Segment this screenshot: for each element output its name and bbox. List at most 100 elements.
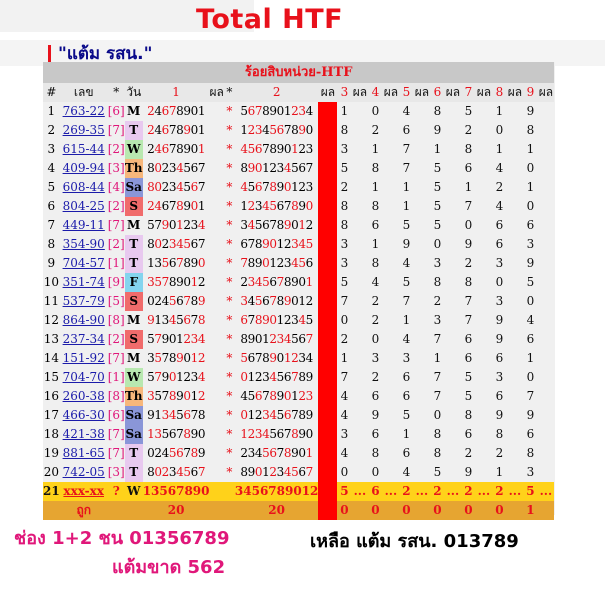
result-value: 2 — [430, 482, 445, 501]
result-value: 5 — [433, 199, 442, 213]
row-bracket: [7] — [107, 123, 125, 137]
row-digits1: 57901234 — [147, 370, 206, 384]
result-value: 9 — [495, 332, 504, 346]
result-gap — [382, 140, 399, 159]
result-gap — [413, 425, 430, 444]
table-row: 9 704-57 [1] T 13567890 * 7890123456 3 8 4 3 2 3 9 — [43, 254, 554, 273]
result-gap — [444, 463, 461, 482]
result-gap — [506, 216, 523, 235]
row-digits1: 57901234 — [147, 218, 206, 232]
row-index: 5 — [47, 180, 56, 194]
result-value: 6 — [495, 389, 504, 403]
result-value: 3 — [526, 237, 535, 251]
row-spacer — [210, 235, 224, 254]
result-gap — [351, 330, 368, 349]
result-value: 8 — [371, 161, 380, 175]
red-bar — [318, 501, 338, 520]
result-value: 7 — [464, 294, 473, 308]
result-gap: ... — [351, 482, 369, 501]
result-value: 5 — [526, 275, 535, 289]
result-value: 2 — [371, 313, 380, 327]
result-gap — [537, 406, 554, 425]
result-gap — [506, 159, 523, 178]
result-gap — [351, 197, 368, 216]
table-row: 13 237-34 [2] S 57901234 * 8901234567 2 0 4 7 6 9 6 — [43, 330, 554, 349]
row-digits1: 24678901 — [147, 199, 206, 213]
row-spacer — [210, 406, 224, 425]
row-bracket: [5] — [107, 294, 125, 308]
result-value: 5 — [464, 389, 473, 403]
result-gap: ... — [444, 482, 462, 501]
result-gap — [475, 273, 492, 292]
result-gap — [475, 159, 492, 178]
result-value: 6 — [464, 427, 473, 441]
result-value: 6 — [526, 218, 535, 232]
table-row: 1 763-22 [6] M 24678901 * 5678901234 1 0 4 8 5 1 9 — [43, 102, 554, 121]
row-star: * — [226, 123, 233, 137]
correct-count1: 20 — [142, 501, 210, 520]
result-value: 7 — [433, 389, 442, 403]
row-index: 6 — [47, 199, 56, 213]
row-number: 537-79 — [62, 294, 105, 308]
row-digits2: 0123456789 — [240, 408, 313, 422]
row-star: * — [226, 351, 233, 365]
result-value: 2 — [464, 256, 473, 270]
row-digits1: 02456789 — [147, 294, 206, 308]
result-gap — [506, 140, 523, 159]
row-star: * — [226, 161, 233, 175]
result-value: 4 — [526, 313, 535, 327]
row-spacer — [210, 216, 224, 235]
row-digits1: 80234567 — [147, 237, 206, 251]
result-gap — [382, 425, 399, 444]
row-index: 1 — [47, 104, 56, 118]
row-number: 881-65 — [62, 446, 105, 460]
row-spacer — [210, 311, 224, 330]
result-value: 6 — [526, 332, 535, 346]
cell — [223, 501, 235, 520]
result-value: 3 — [495, 256, 504, 270]
red-bar — [318, 292, 338, 311]
table-row: 11 537-79 [5] S 02456789 * 3456789012 7 2 7 2 7 3 0 — [43, 292, 554, 311]
result-gap — [413, 330, 430, 349]
row-number: 704-57 — [62, 256, 105, 270]
row-day: T — [124, 463, 143, 482]
row-number: 409-94 — [62, 161, 105, 175]
result-value: 2 — [371, 294, 380, 308]
page-title: Total HTF — [196, 4, 344, 35]
row-bracket: [7] — [107, 446, 125, 460]
result-value: 0 — [492, 501, 507, 520]
result-gap — [382, 235, 399, 254]
row-bracket: [7] — [107, 427, 125, 441]
result-value: 7 — [464, 199, 473, 213]
red-bar — [318, 406, 338, 425]
row-number: 466-30 — [62, 408, 105, 422]
row-digits1: 57901234 — [147, 332, 206, 346]
correct-label: ถูก — [59, 501, 108, 520]
row-number: 449-11 — [62, 218, 105, 232]
red-bar — [318, 254, 338, 273]
result-value: 2 — [340, 180, 349, 194]
result-value: 2 — [340, 332, 349, 346]
result-value: 9 — [526, 408, 535, 422]
result-gap — [444, 216, 461, 235]
row-spacer — [210, 197, 224, 216]
row-day: M — [124, 102, 143, 121]
row-index: 4 — [47, 161, 56, 175]
result-value: 5 — [433, 161, 442, 175]
result-value: 5 — [402, 275, 411, 289]
result-value: 8 — [371, 199, 380, 213]
result-value: 7 — [402, 142, 411, 156]
column-header: 7 — [461, 83, 476, 102]
row-number: 260-38 — [62, 389, 105, 403]
result-value: 2 — [495, 180, 504, 194]
row-digits2: 6789012345 — [240, 237, 313, 251]
correct-row: ถูก 20 20 0 0 0 0 0 0 1 — [43, 501, 555, 520]
result-value: 0 — [340, 313, 349, 327]
result-gap — [506, 387, 523, 406]
row-spacer — [210, 102, 224, 121]
row-bracket: ? — [107, 482, 125, 501]
result-value: 2 — [464, 446, 473, 460]
result-value: 6 — [371, 427, 380, 441]
result-gap — [506, 197, 523, 216]
prediction-row: 21 xxx-xx? W 13567890 3456789012 5... 6... 2...… — [43, 482, 555, 501]
